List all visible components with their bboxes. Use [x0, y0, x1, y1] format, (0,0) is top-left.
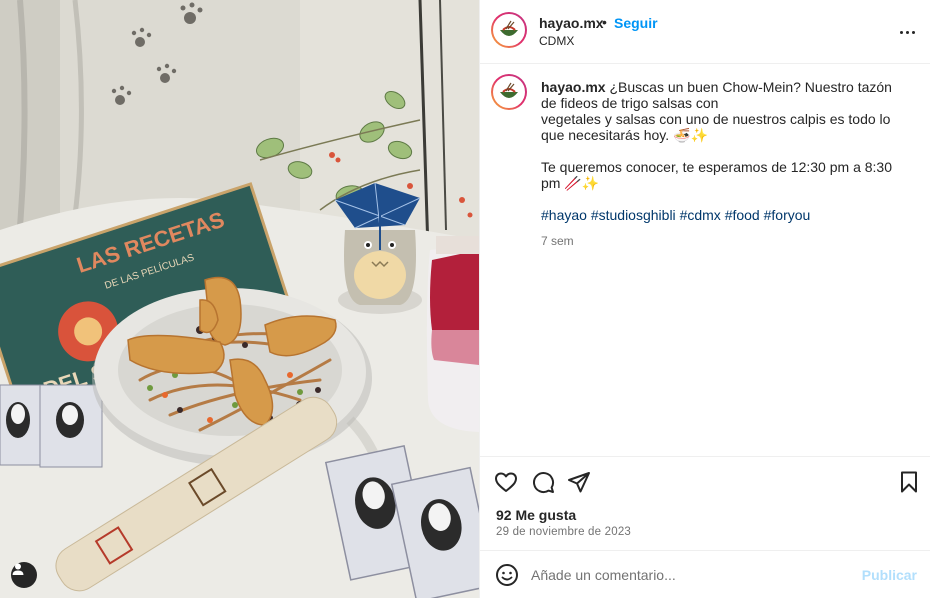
post-date: 29 de noviembre de 2023: [496, 526, 632, 538]
header-username[interactable]: hayao.mx: [539, 15, 604, 31]
caption-avatar[interactable]: [491, 74, 527, 110]
more-dot: [899, 30, 903, 34]
comment-bar: Publicar: [480, 550, 930, 598]
post-header: hayao.mx • Seguir CDMX: [480, 0, 930, 64]
profile-avatar[interactable]: [491, 12, 527, 48]
avatar-image: [493, 76, 525, 108]
more-dot: [911, 30, 915, 34]
heart-icon[interactable]: [494, 470, 518, 494]
post-panel: hayao.mx • Seguir CDMX hayao.mx ¿Buscas …: [479, 0, 930, 598]
caption-line-3: Te queremos conocer, te esperamos de 12:…: [541, 159, 892, 191]
comment-icon[interactable]: [531, 470, 555, 494]
emoji-icon[interactable]: [495, 563, 519, 587]
post-actions: 92 Me gusta 29 de noviembre de 2023: [480, 456, 930, 550]
hashtag-link[interactable]: #cdmx: [680, 207, 721, 223]
avatar-image: [493, 14, 525, 46]
caption-text: hayao.mx ¿Buscas un buen Chow-Mein? Nues…: [541, 79, 911, 249]
location-link[interactable]: CDMX: [539, 34, 574, 48]
tagged-user-button[interactable]: [11, 562, 37, 588]
post-photo[interactable]: LAS RECETAS DE LAS PELÍCULAS DEL STUDIO …: [0, 0, 479, 598]
emoji-icon-glyph: [496, 564, 518, 586]
hashtag-link[interactable]: #foryou: [764, 207, 811, 223]
more-options-icon[interactable]: [897, 22, 917, 42]
heart-icon-glyph: [495, 472, 517, 492]
caption-block: hayao.mx ¿Buscas un buen Chow-Mein? Nues…: [480, 64, 930, 456]
comment-input[interactable]: [531, 563, 851, 587]
caption-gap: [541, 191, 911, 207]
food-photo-illustration: LAS RECETAS DE LAS PELÍCULAS DEL STUDIO …: [0, 0, 479, 598]
bookmark-icon-glyph: [901, 471, 917, 493]
caption-paragraph-1: hayao.mx ¿Buscas un buen Chow-Mein? Nues…: [541, 79, 911, 111]
hashtag-link[interactable]: #hayao: [541, 207, 587, 223]
likes-count[interactable]: 92 Me gusta: [496, 507, 576, 523]
caption-username[interactable]: hayao.mx: [541, 79, 606, 95]
share-icon[interactable]: [567, 470, 591, 494]
publish-button[interactable]: Publicar: [862, 567, 917, 583]
hashtag-link[interactable]: #food: [725, 207, 760, 223]
caption-line-2: vegetales y salsas con uno de nuestros c…: [541, 111, 891, 143]
comment-icon-glyph: [533, 472, 555, 494]
user-icon: [12, 563, 24, 575]
bowl-logo-icon: [500, 20, 518, 36]
share-icon-glyph: [568, 472, 590, 493]
bowl-logo-icon: [500, 82, 518, 98]
follow-button[interactable]: Seguir: [614, 15, 658, 31]
hashtags: #hayao #studiosghibli #cdmx #food #foryo…: [541, 207, 911, 223]
more-dot: [905, 30, 909, 34]
hashtag-link[interactable]: #studiosghibli: [591, 207, 676, 223]
separator-dot: •: [602, 14, 607, 30]
caption-time-ago[interactable]: 7 sem: [541, 233, 911, 249]
bookmark-icon[interactable]: [897, 470, 921, 494]
caption-gap: [541, 143, 911, 159]
